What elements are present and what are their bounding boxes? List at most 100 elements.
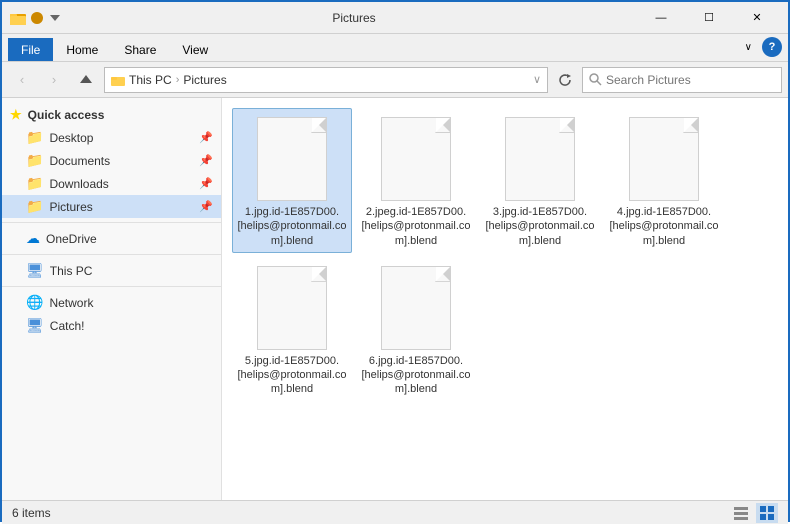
up-button[interactable] (72, 66, 100, 94)
sidebar-item-pictures[interactable]: 📁 Pictures 📌 (2, 195, 221, 218)
minimize-button[interactable]: — (638, 2, 684, 34)
refresh-button[interactable] (552, 67, 578, 93)
sidebar-item-network[interactable]: 🌐 Network (2, 291, 221, 314)
quick-access-label: Quick access (28, 108, 105, 122)
search-input[interactable] (606, 73, 775, 87)
file-icon-6 (381, 266, 451, 350)
file-name-5: 5.jpg.id-1E857D00.[helips@protonmail.com… (237, 354, 347, 397)
address-thispc: This PC (129, 73, 172, 87)
tab-share[interactable]: Share (111, 38, 169, 61)
dropdown-icon-small (48, 11, 62, 25)
file-name-1: 1.jpg.id-1E857D00.[helips@protonmail.com… (237, 205, 347, 248)
sidebar-item-catch[interactable]: 🖥 Catch! (2, 314, 221, 337)
documents-pin-icon: 📌 (199, 154, 213, 167)
sidebar-item-onedrive[interactable]: ☁ OneDrive (2, 227, 221, 250)
pin-icon-small (30, 11, 44, 25)
file-item-2[interactable]: 2.jpeg.id-1E857D00.[helips@protonmail.co… (356, 108, 476, 253)
address-sep-1: › (176, 74, 180, 86)
file-name-6: 6.jpg.id-1E857D00.[helips@protonmail.com… (361, 354, 471, 397)
maximize-button[interactable]: ☐ (686, 2, 732, 34)
tile-view-icon (759, 505, 775, 521)
title-bar-controls: — ☐ ✕ (638, 2, 780, 34)
title-bar-icons (10, 10, 62, 26)
file-icon-5 (257, 266, 327, 350)
file-fold2-5 (312, 267, 326, 281)
window-title: Pictures (70, 11, 638, 25)
file-icon-1 (257, 117, 327, 201)
file-icon-2 (381, 117, 451, 201)
title-bar: Pictures — ☐ ✕ (2, 2, 788, 34)
tile-view-button[interactable] (756, 503, 778, 523)
navigation-bar: ‹ › This PC › Pictures ∨ (2, 62, 788, 98)
address-pictures: Pictures (183, 73, 226, 87)
catch-label: Catch! (50, 319, 85, 333)
search-box[interactable] (582, 67, 782, 93)
downloads-pin-icon: 📌 (199, 177, 213, 190)
main-layout: ★ Quick access 📁 Desktop 📌 📁 Documents 📌… (2, 98, 788, 500)
pictures-folder-icon: 📁 (26, 198, 43, 215)
file-item-4[interactable]: 4.jpg.id-1E857D00.[helips@protonmail.com… (604, 108, 724, 253)
file-item-5[interactable]: 5.jpg.id-1E857D00.[helips@protonmail.com… (232, 257, 352, 402)
ribbon-tabs: File Home Share View ∨ ? (2, 34, 788, 62)
catch-icon: 🖥 (26, 317, 44, 334)
ribbon-right: ∨ ? (739, 37, 782, 61)
file-name-3: 3.jpg.id-1E857D00.[helips@protonmail.com… (485, 205, 595, 248)
pictures-pin-icon: 📌 (199, 200, 213, 213)
refresh-icon (558, 73, 572, 87)
up-arrow-icon (79, 73, 93, 87)
file-icon-3 (505, 117, 575, 201)
network-icon: 🌐 (26, 294, 43, 311)
thispc-icon: 🖥 (26, 262, 44, 279)
network-label: Network (49, 296, 93, 310)
file-item-3[interactable]: 3.jpg.id-1E857D00.[helips@protonmail.com… (480, 108, 600, 253)
file-item-1[interactable]: 1.jpg.id-1E857D00.[helips@protonmail.com… (232, 108, 352, 253)
close-button[interactable]: ✕ (734, 2, 780, 34)
desktop-pin-icon: 📌 (199, 131, 213, 144)
app-icon (10, 10, 26, 26)
forward-button[interactable]: › (40, 66, 68, 94)
sidebar: ★ Quick access 📁 Desktop 📌 📁 Documents 📌… (2, 98, 222, 500)
sidebar-item-thispc[interactable]: 🖥 This PC (2, 259, 221, 282)
file-name-4: 4.jpg.id-1E857D00.[helips@protonmail.com… (609, 205, 719, 248)
documents-folder-icon: 📁 (26, 152, 43, 169)
file-area: 1.jpg.id-1E857D00.[helips@protonmail.com… (222, 98, 788, 500)
item-count: 6 items (12, 506, 51, 520)
list-view-icon (733, 505, 749, 521)
file-fold2-6 (436, 267, 450, 281)
sidebar-divider-3 (2, 286, 221, 287)
desktop-folder-icon: 📁 (26, 129, 43, 146)
quick-access-star-icon: ★ (10, 107, 22, 123)
documents-label: Documents (49, 154, 110, 168)
file-fold2-1 (312, 118, 326, 132)
address-bar[interactable]: This PC › Pictures ∨ (104, 67, 548, 93)
sidebar-item-documents[interactable]: 📁 Documents 📌 (2, 149, 221, 172)
view-controls (730, 503, 778, 523)
file-icon-4 (629, 117, 699, 201)
list-view-button[interactable] (730, 503, 752, 523)
file-fold2-4 (684, 118, 698, 132)
file-name-2: 2.jpeg.id-1E857D00.[helips@protonmail.co… (361, 205, 471, 248)
sidebar-item-downloads[interactable]: 📁 Downloads 📌 (2, 172, 221, 195)
back-button[interactable]: ‹ (8, 66, 36, 94)
quick-access-header[interactable]: ★ Quick access (2, 104, 221, 126)
downloads-folder-icon: 📁 (26, 175, 43, 192)
search-icon (589, 73, 602, 86)
tab-file[interactable]: File (8, 38, 53, 61)
ribbon-collapse-button[interactable]: ∨ (739, 40, 758, 55)
file-fold2-2 (436, 118, 450, 132)
onedrive-icon: ☁ (26, 230, 40, 247)
onedrive-label: OneDrive (46, 232, 97, 246)
address-dropdown-icon[interactable]: ∨ (533, 73, 541, 86)
file-item-6[interactable]: 6.jpg.id-1E857D00.[helips@protonmail.com… (356, 257, 476, 402)
pictures-label: Pictures (49, 200, 92, 214)
status-bar: 6 items (2, 500, 788, 524)
downloads-label: Downloads (49, 177, 108, 191)
help-button[interactable]: ? (762, 37, 782, 57)
desktop-label: Desktop (49, 131, 93, 145)
thispc-label: This PC (50, 264, 93, 278)
quick-access-section: ★ Quick access 📁 Desktop 📌 📁 Documents 📌… (2, 104, 221, 218)
sidebar-item-desktop[interactable]: 📁 Desktop 📌 (2, 126, 221, 149)
tab-view[interactable]: View (169, 38, 221, 61)
folder-icon-address (111, 73, 125, 87)
tab-home[interactable]: Home (53, 38, 111, 61)
